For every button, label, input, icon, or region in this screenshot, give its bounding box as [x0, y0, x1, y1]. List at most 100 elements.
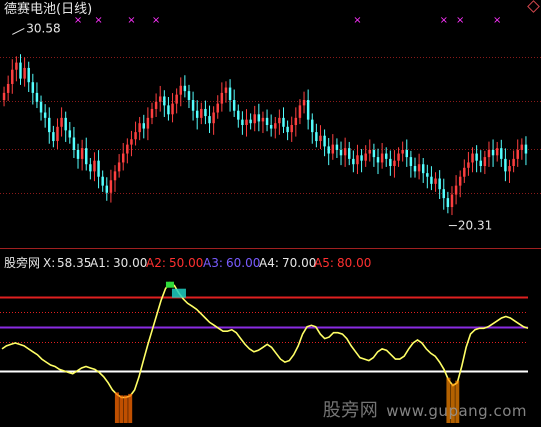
overbought-block — [165, 281, 174, 288]
param-value: 80.00 — [337, 256, 372, 270]
candle-body — [339, 149, 343, 156]
chart-svg: × × × × × × × ×30.5820.31 — [0, 15, 541, 423]
oversold-block — [123, 395, 128, 423]
candle-body — [64, 117, 67, 131]
candle-body — [195, 110, 199, 118]
param-label: X: — [43, 256, 56, 270]
signal-marker: × — [493, 15, 501, 26]
watermark: 股旁网 www.gupang.com — [323, 396, 527, 422]
signal-marker: × — [456, 15, 464, 26]
candle-body — [31, 82, 35, 93]
candle-body — [269, 125, 273, 129]
candle-body — [360, 155, 363, 161]
candle-body — [376, 157, 380, 163]
param-value: 30.00 — [113, 256, 148, 270]
candle-body — [323, 135, 326, 147]
param-value: 70.00 — [282, 256, 317, 270]
candle-body — [27, 67, 30, 83]
candle-body — [167, 105, 170, 115]
candle-body — [142, 123, 146, 129]
candle-body — [372, 149, 376, 158]
param-label: A3: — [203, 256, 223, 270]
overbought-block — [171, 288, 186, 298]
candle-body — [504, 158, 507, 172]
candle-body — [105, 185, 109, 193]
signal-marker: × — [94, 15, 102, 26]
candle-body — [438, 178, 441, 190]
candle-body — [413, 166, 417, 172]
param-label: A2: — [146, 256, 166, 270]
candle-body — [249, 119, 252, 124]
candle-body — [446, 198, 450, 208]
candle-body — [430, 176, 433, 184]
high-label: 30.58 — [26, 21, 60, 35]
candle-body — [306, 100, 310, 120]
candle-body — [89, 164, 92, 172]
signal-marker: × — [440, 15, 448, 26]
candle-body — [327, 146, 330, 154]
candle-body — [479, 160, 482, 167]
candle-body — [35, 92, 39, 102]
candle-body — [475, 153, 478, 161]
candle-body — [163, 96, 166, 106]
param-value: 50.00 — [169, 256, 204, 270]
oversold-block — [114, 392, 119, 423]
signal-marker: × — [152, 15, 160, 26]
candle-body — [228, 87, 232, 101]
candle-body — [191, 100, 195, 111]
candle-body — [232, 100, 236, 111]
candle-body — [187, 91, 191, 101]
candle-body — [52, 132, 55, 142]
high-pointer — [12, 27, 25, 35]
candle-body — [97, 160, 100, 177]
candle-body — [352, 158, 355, 165]
candle-body — [426, 173, 429, 177]
candle-body — [183, 85, 187, 92]
stock-title: 德赛电池(日线) — [4, 2, 93, 17]
candle-body — [101, 176, 104, 186]
candle-body — [282, 117, 285, 127]
candle-body — [43, 112, 47, 118]
candle-body — [48, 117, 51, 133]
candle-body — [85, 148, 88, 165]
chart-stage: × × × × × × × × 30.58 20.31 德赛电池(日线) 股旁网 X: 58.35 A… — [0, 0, 541, 427]
oversold-block — [128, 393, 133, 423]
candle-body — [257, 114, 261, 122]
candle-body — [315, 132, 318, 142]
watermark-text: 股旁网 — [322, 400, 379, 421]
candle-body — [500, 148, 503, 159]
param-label: A1: — [90, 256, 110, 270]
candle-body — [405, 149, 409, 158]
candle-body — [335, 144, 339, 150]
candle-body — [311, 119, 314, 133]
candle-body — [241, 119, 244, 125]
candle-body — [524, 144, 528, 154]
param-label: A4: — [259, 256, 279, 270]
candle-body — [286, 126, 289, 133]
oversold-block — [119, 395, 124, 423]
candle-body — [491, 149, 495, 156]
candle-body — [409, 157, 413, 167]
param-label: A5: — [314, 256, 334, 270]
candle-body — [348, 148, 351, 159]
candle-body — [76, 149, 80, 159]
param-value: 58.35 — [57, 256, 92, 270]
candle-body — [421, 164, 425, 174]
signal-marker: × — [353, 15, 361, 26]
candle-body — [237, 110, 240, 120]
candle-body — [72, 137, 76, 150]
candle-body — [204, 108, 207, 117]
low-label: 20.31 — [458, 219, 492, 233]
candle-body — [265, 117, 269, 125]
indicator-name: 股旁网 — [4, 256, 41, 270]
candle-body — [68, 130, 72, 138]
candle-body — [389, 158, 392, 167]
candle-body — [19, 62, 22, 79]
candle-body — [384, 153, 388, 159]
candle-body — [442, 189, 445, 199]
candle-body — [39, 101, 43, 113]
param-value: 60.00 — [226, 256, 261, 270]
signal-marker: × — [127, 15, 135, 26]
candle-body — [208, 116, 211, 124]
watermark-url: www.gupang.com — [386, 402, 527, 420]
